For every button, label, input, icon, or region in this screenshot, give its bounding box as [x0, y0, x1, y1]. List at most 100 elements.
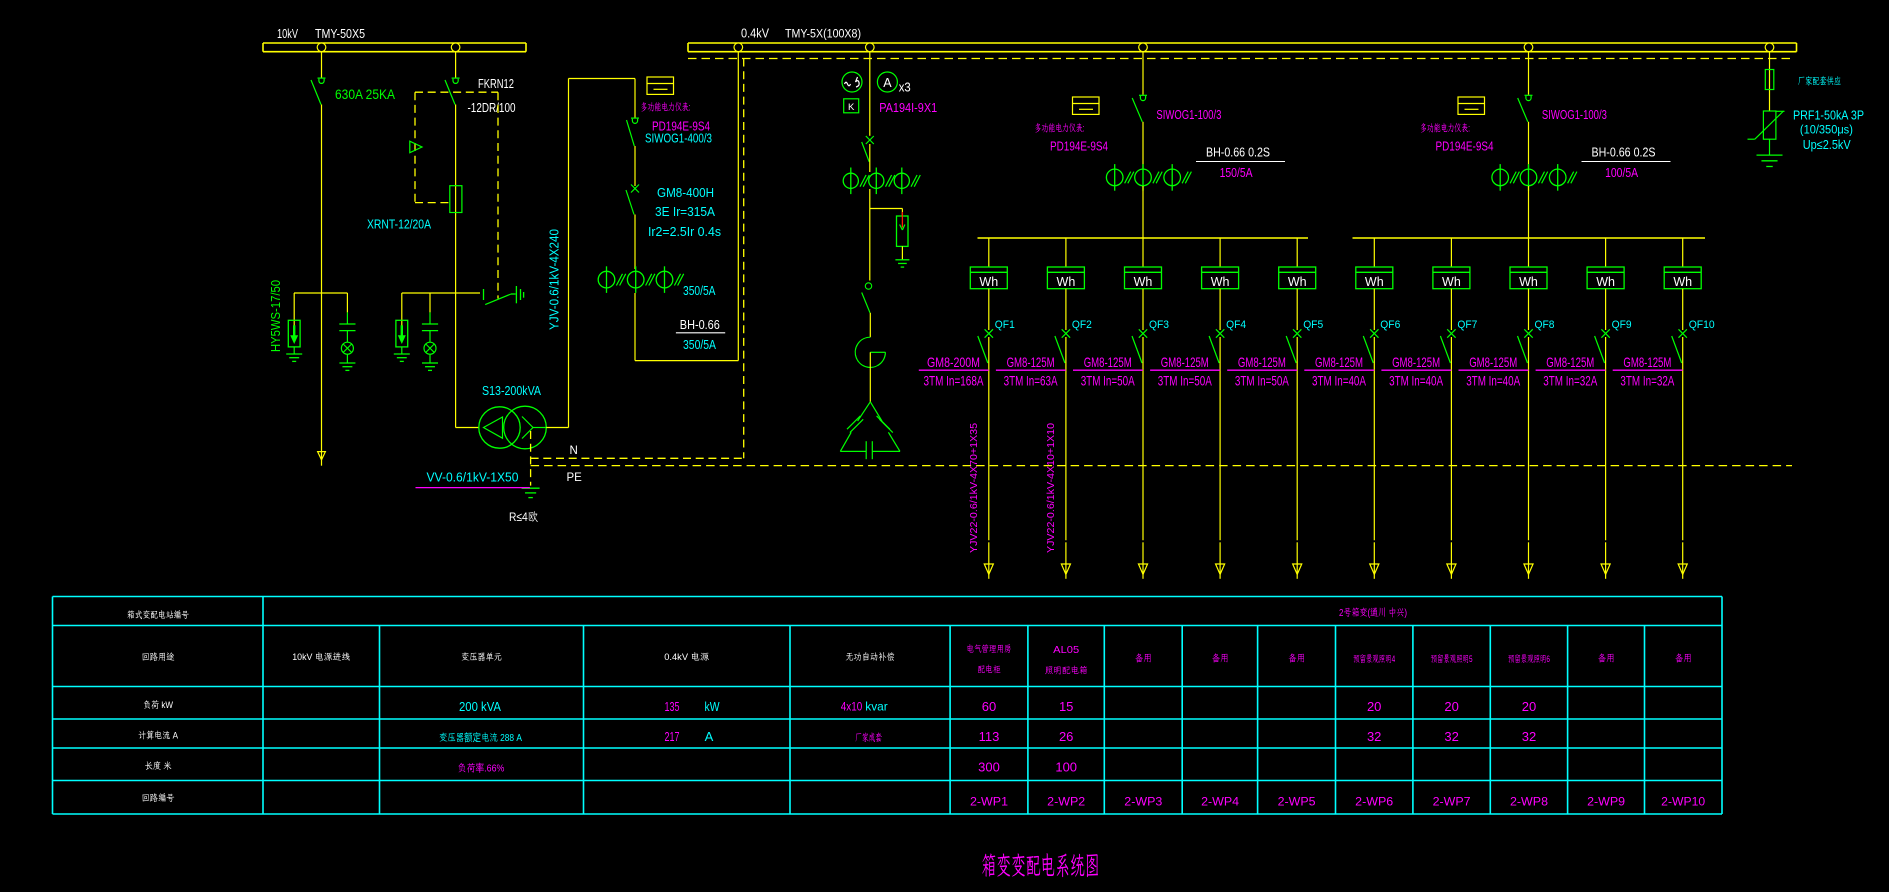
svg-text:长度 米: 长度 米	[145, 759, 172, 772]
svg-text:SIWOG1-100/3: SIWOG1-100/3	[1542, 107, 1607, 122]
svg-text:SIWOG1-400/3: SIWOG1-400/3	[645, 131, 712, 146]
svg-text:QF6: QF6	[1380, 319, 1400, 331]
svg-text:备用: 备用	[1212, 652, 1229, 665]
svg-text:113: 113	[979, 729, 1000, 744]
svg-text:计算电流 A: 计算电流 A	[138, 729, 179, 742]
svg-text:PRF1-50kA 3P: PRF1-50kA 3P	[1793, 108, 1864, 123]
svg-text:2号箱变(通川 中兴): 2号箱变(通川 中兴)	[1339, 605, 1407, 619]
svg-text:3TM In=32A: 3TM In=32A	[1543, 372, 1597, 388]
svg-text:Wh: Wh	[979, 275, 998, 289]
svg-text:350/5A: 350/5A	[683, 283, 716, 298]
svg-text:S13-200kVA: S13-200kVA	[482, 383, 541, 398]
svg-text:Wh: Wh	[1673, 275, 1692, 289]
svg-text:GM8-400H: GM8-400H	[657, 185, 714, 200]
svg-text:多功能电力仪表:: 多功能电力仪表:	[1035, 121, 1085, 135]
svg-text:备用: 备用	[1288, 652, 1305, 665]
svg-text:电气管理用房: 电气管理用房	[967, 642, 1012, 655]
svg-text:PA194I-9X1: PA194I-9X1	[879, 100, 937, 115]
svg-text:Wh: Wh	[1519, 275, 1538, 289]
svg-text:3TM In=50A: 3TM In=50A	[1235, 372, 1289, 388]
svg-text:Wh: Wh	[1211, 275, 1230, 289]
svg-text:300: 300	[978, 760, 1000, 775]
svg-text:GM8-200M: GM8-200M	[927, 354, 980, 370]
svg-text:350/5A: 350/5A	[683, 337, 716, 352]
svg-text:2-WP6: 2-WP6	[1355, 797, 1393, 809]
svg-text:GM8-125M: GM8-125M	[1315, 354, 1363, 370]
svg-text:GM8-125M: GM8-125M	[1392, 354, 1440, 370]
svg-text:QF4: QF4	[1226, 319, 1246, 331]
svg-text:箱变变配电系统图: 箱变变配电系统图	[982, 849, 1100, 883]
svg-text:2-WP8: 2-WP8	[1510, 797, 1548, 809]
svg-text:QF7: QF7	[1457, 319, 1477, 331]
svg-text:2-WP4: 2-WP4	[1201, 797, 1240, 809]
svg-text:多功能电力仪表:: 多功能电力仪表:	[641, 100, 691, 114]
svg-text:Wh: Wh	[1134, 275, 1153, 289]
svg-text:预留景观照明6: 预留景观照明6	[1508, 652, 1550, 665]
svg-text:K: K	[848, 102, 855, 113]
svg-text:0.4kV 电源: 0.4kV 电源	[664, 650, 709, 663]
svg-text:10kV 电源进线: 10kV 电源进线	[292, 650, 350, 663]
svg-text:QF9: QF9	[1612, 319, 1632, 331]
svg-text:GM8-125M: GM8-125M	[1161, 354, 1209, 370]
svg-text:0.4kV: 0.4kV	[741, 26, 769, 41]
svg-text:2-WP2: 2-WP2	[1047, 797, 1085, 809]
svg-text:(10/350μs): (10/350μs)	[1800, 125, 1853, 137]
svg-text:32: 32	[1367, 729, 1381, 744]
svg-text:3TM In=40A: 3TM In=40A	[1466, 372, 1520, 388]
svg-text:回路用途: 回路用途	[142, 650, 175, 663]
svg-text:配电柜: 配电柜	[978, 663, 1001, 676]
svg-text:A: A	[883, 76, 892, 90]
svg-text:kW: kW	[705, 699, 721, 714]
svg-text:2-WP1: 2-WP1	[970, 797, 1008, 809]
svg-text:630A 25KA: 630A 25KA	[335, 87, 395, 102]
svg-text:2-WP7: 2-WP7	[1433, 797, 1471, 809]
svg-text:32: 32	[1444, 729, 1458, 744]
svg-text:变压器单元: 变压器单元	[461, 650, 502, 663]
svg-text:箱式变配电站编号: 箱式变配电站编号	[127, 608, 189, 621]
svg-text:2-WP9: 2-WP9	[1587, 797, 1625, 809]
svg-text:QF2: QF2	[1072, 319, 1092, 331]
svg-text:TMY-5X(100X8): TMY-5X(100X8)	[785, 29, 861, 41]
svg-text:Wh: Wh	[1288, 275, 1307, 289]
svg-text:3TM In=40A: 3TM In=40A	[1312, 372, 1366, 388]
svg-text:YJV22-0.6/1kV-4X10+1X10: YJV22-0.6/1kV-4X10+1X10	[1045, 423, 1057, 553]
svg-text:N: N	[570, 445, 578, 457]
svg-text:200 kVA: 200 kVA	[459, 699, 501, 714]
svg-text:QF1: QF1	[995, 319, 1015, 331]
svg-text:2-WP5: 2-WP5	[1278, 797, 1316, 809]
svg-text:GM8-125M: GM8-125M	[1007, 354, 1055, 370]
svg-text:20: 20	[1522, 699, 1536, 714]
svg-text:BH-0.66 0.2S: BH-0.66 0.2S	[1206, 145, 1270, 160]
svg-text:备用: 备用	[1135, 652, 1152, 665]
svg-text:Wh: Wh	[1057, 275, 1076, 289]
svg-text:厂家配套供应: 厂家配套供应	[1798, 74, 1841, 88]
svg-text:150/5A: 150/5A	[1220, 165, 1253, 180]
svg-text:PE: PE	[567, 472, 583, 484]
svg-text:32: 32	[1522, 729, 1536, 744]
svg-text:负荷 kW: 负荷 kW	[143, 698, 173, 711]
svg-text:60: 60	[982, 699, 996, 714]
svg-text:217: 217	[665, 729, 680, 744]
svg-text:XRNT-12/20A: XRNT-12/20A	[367, 217, 431, 232]
svg-text:Wh: Wh	[1596, 275, 1615, 289]
svg-text:Wh: Wh	[1442, 275, 1461, 289]
svg-text:2-WP10: 2-WP10	[1661, 797, 1705, 809]
svg-text:A: A	[705, 729, 714, 744]
svg-text:10kV: 10kV	[277, 26, 298, 41]
svg-text:YJV-0.6/1kV-4X240: YJV-0.6/1kV-4X240	[547, 229, 562, 330]
svg-text:20: 20	[1367, 699, 1381, 714]
svg-text:R≤4欧: R≤4欧	[509, 508, 538, 525]
svg-text:PD194E-9S4: PD194E-9S4	[1436, 139, 1494, 154]
svg-text:GM8-125M: GM8-125M	[1084, 354, 1132, 370]
svg-text:Up≤2.5kV: Up≤2.5kV	[1803, 137, 1851, 152]
svg-text:预留景观照明5: 预留景观照明5	[1431, 652, 1473, 665]
svg-text:TMY-50X5: TMY-50X5	[315, 26, 365, 41]
svg-text:备用: 备用	[1675, 652, 1692, 665]
svg-text:SIWOG1-100/3: SIWOG1-100/3	[1156, 107, 1221, 122]
svg-text:PD194E-9S4: PD194E-9S4	[1050, 139, 1108, 154]
svg-text:GM8-125M: GM8-125M	[1546, 354, 1594, 370]
svg-text:BH-0.66 0.2S: BH-0.66 0.2S	[1592, 145, 1656, 160]
svg-text:无功自动补偿: 无功自动补偿	[846, 650, 895, 663]
svg-text:3TM In=63A: 3TM In=63A	[1004, 372, 1058, 388]
svg-text:135: 135	[665, 699, 680, 714]
